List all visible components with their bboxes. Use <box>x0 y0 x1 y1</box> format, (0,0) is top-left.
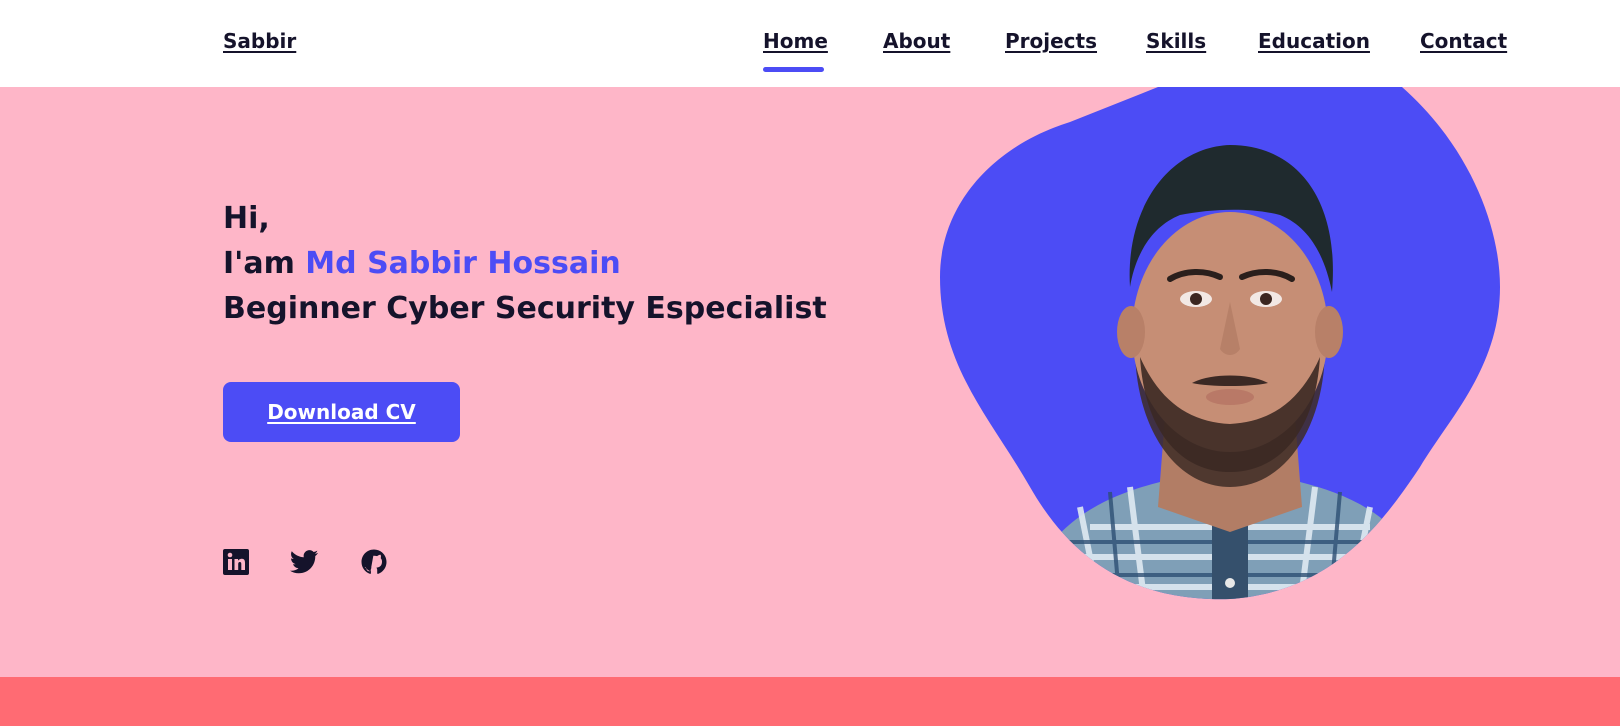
main-nav: Home About Projects Skills Education Con… <box>0 29 1620 79</box>
hero-name: Md Sabbir Hossain <box>305 246 621 281</box>
profile-photo-blob <box>930 87 1510 607</box>
greeting-text: Hi, <box>223 201 270 236</box>
download-cv-label: Download CV <box>267 400 416 424</box>
intro-prefix: I'am <box>223 246 306 281</box>
hero-section: Hi, I'am Md Sabbir Hossain Beginner Cybe… <box>0 87 1620 677</box>
nav-education[interactable]: Education <box>1258 29 1370 53</box>
active-nav-indicator <box>763 67 824 72</box>
intro-line: I'am Md Sabbir Hossain <box>223 246 621 281</box>
nav-contact[interactable]: Contact <box>1420 29 1507 53</box>
hero-title: Beginner Cyber Security Especialist <box>223 291 827 326</box>
nav-home[interactable]: Home <box>763 29 828 53</box>
nav-skills[interactable]: Skills <box>1146 29 1206 53</box>
footer-band <box>0 677 1620 726</box>
site-header: Sabbir Home About Projects Skills Educat… <box>0 0 1620 87</box>
nav-about[interactable]: About <box>883 29 950 53</box>
nav-projects[interactable]: Projects <box>1005 29 1097 53</box>
github-icon[interactable] <box>359 547 389 577</box>
twitter-icon[interactable] <box>289 547 319 577</box>
linkedin-icon[interactable] <box>221 547 251 577</box>
download-cv-button[interactable]: Download CV <box>223 382 460 442</box>
